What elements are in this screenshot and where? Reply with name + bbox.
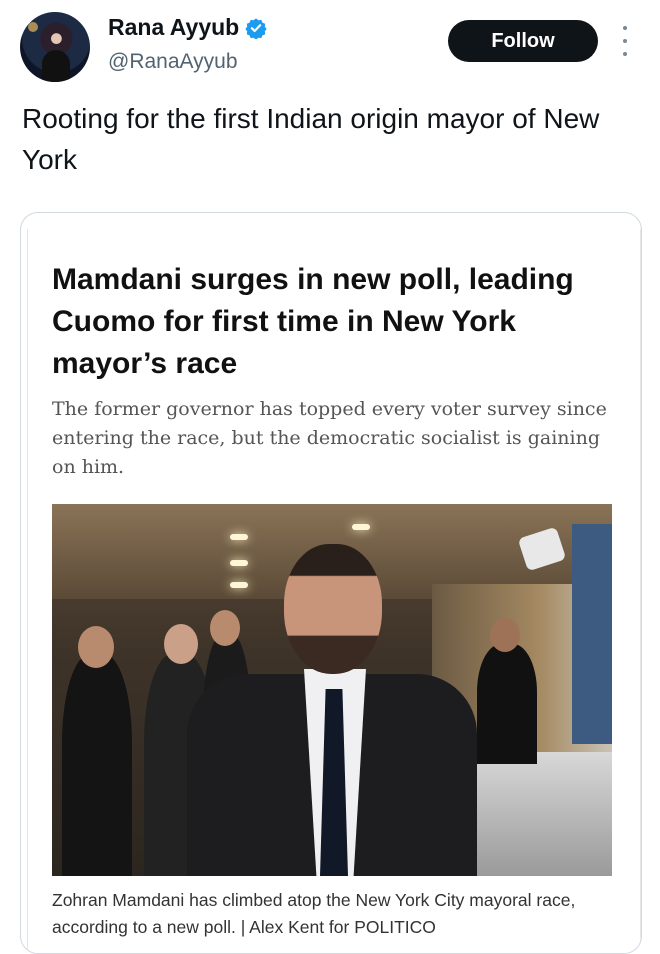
ceiling-light	[230, 534, 248, 540]
ceiling-light	[230, 582, 248, 588]
verified-badge-icon	[245, 17, 267, 39]
follow-button[interactable]: Follow	[448, 20, 598, 62]
more-dot	[623, 39, 627, 43]
ceiling-light	[230, 560, 248, 566]
main-subject-head	[284, 544, 382, 674]
background-person-head	[490, 618, 520, 652]
ceiling-light	[352, 524, 370, 530]
link-card[interactable]: Mamdani surges in new poll, leading Cuom…	[20, 212, 642, 954]
more-vertical-icon[interactable]	[618, 26, 632, 56]
author-name[interactable]: Rana Ayyub	[108, 14, 239, 41]
more-dot	[623, 26, 627, 30]
article-headline[interactable]: Mamdani surges in new poll, leading Cuom…	[52, 259, 612, 385]
tweet-header: Rana Ayyub @RanaAyyub Follow	[0, 0, 660, 96]
avatar-light-decor	[28, 22, 38, 32]
article-dek: The former governor has topped every vot…	[52, 398, 607, 478]
photo-blue-wall	[572, 524, 612, 744]
background-person	[477, 644, 537, 764]
author-name-row: Rana Ayyub	[108, 14, 267, 41]
background-person-head	[164, 624, 198, 664]
avatar-figure	[42, 50, 70, 82]
tweet-text: Rooting for the first Indian origin mayo…	[22, 103, 600, 175]
author-handle[interactable]: @RanaAyyub	[108, 50, 238, 74]
background-person-head	[78, 626, 114, 668]
article-photo[interactable]	[52, 504, 612, 876]
background-person-head	[210, 610, 240, 646]
article-preview: Mamdani surges in new poll, leading Cuom…	[27, 229, 641, 953]
background-person	[62, 654, 132, 876]
photo-caption: Zohran Mamdani has climbed atop the New …	[52, 890, 576, 937]
author-avatar[interactable]	[20, 12, 90, 82]
more-dot	[623, 52, 627, 56]
